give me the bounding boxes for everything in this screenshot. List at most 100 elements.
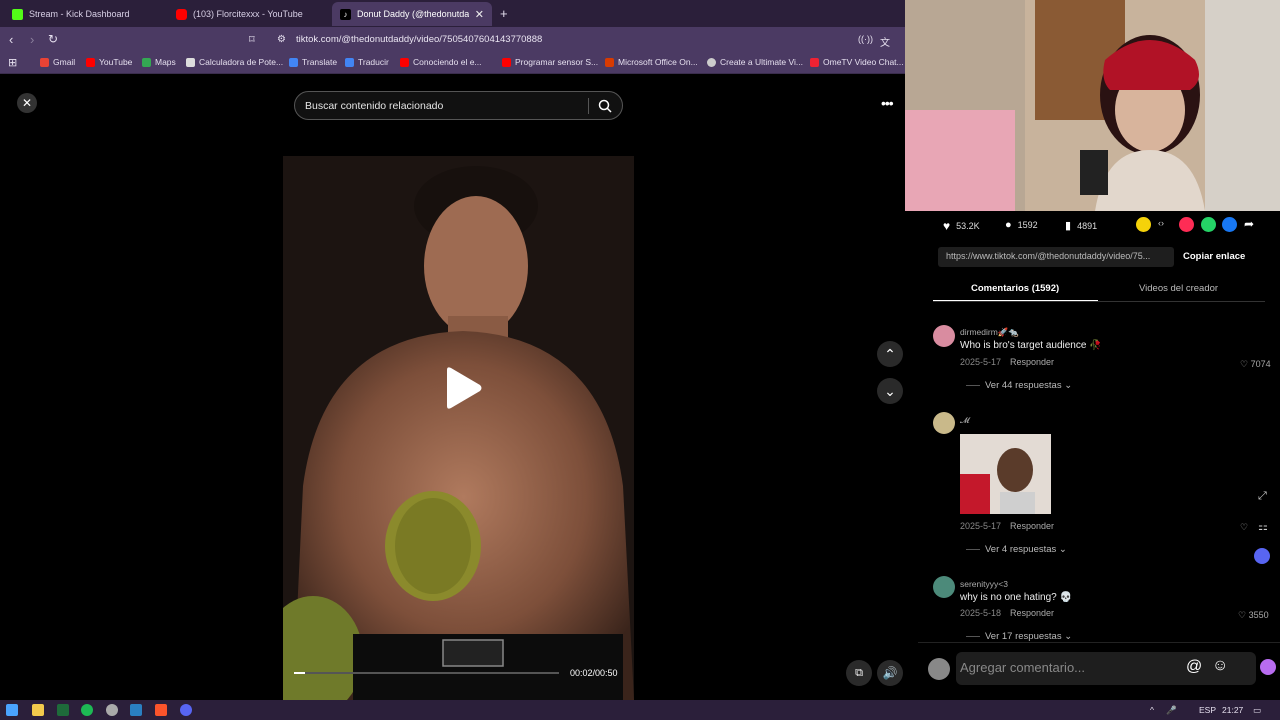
video-progress-bar[interactable] [294, 672, 559, 674]
bookmark-office[interactable]: Microsoft Office On... [605, 57, 698, 67]
embed-icon[interactable]: ‹› [1158, 218, 1164, 228]
tab-youtube[interactable]: (103) Florcitexxx - YouTube [168, 2, 333, 26]
cast-icon[interactable]: ((·)) [858, 34, 873, 44]
microphone-icon[interactable]: 🎤 [1166, 705, 1177, 716]
bookmark-maps[interactable]: Maps [142, 57, 176, 67]
play-icon[interactable] [443, 366, 483, 410]
bookmark-calculadora[interactable]: Calculadora de Pote... [186, 57, 283, 67]
comment-like[interactable]: ♡ 3550 [1238, 610, 1269, 621]
view-replies-button[interactable]: Ver 17 respuestas ⌄ [985, 631, 1072, 642]
windows-start-icon[interactable] [6, 704, 18, 716]
youtube-icon [502, 57, 511, 67]
chevron-down-icon: ⌄ [884, 382, 896, 399]
reply-button[interactable]: Responder [1010, 357, 1054, 367]
reload-icon[interactable]: ↻ [48, 32, 58, 46]
bookmark-create[interactable]: Create a Ultimate Vi... [707, 57, 803, 67]
language-indicator[interactable]: ESP [1199, 705, 1216, 715]
bookmark-programar[interactable]: Programar sensor S... [502, 57, 598, 67]
tab-kick[interactable]: Stream - Kick Dashboard [4, 2, 169, 26]
comment-date: 2025-5-18 [960, 608, 1002, 618]
view-replies-button[interactable]: Ver 4 respuestas ⌄ [985, 544, 1067, 555]
comment-image[interactable] [960, 434, 1051, 514]
share-link-field[interactable]: https://www.tiktok.com/@thedonutdaddy/vi… [938, 247, 1174, 267]
reply-button[interactable]: Responder [1010, 521, 1054, 531]
bookmark-ometv[interactable]: OmeTV Video Chat... [810, 57, 904, 67]
bookmark-youtube[interactable]: YouTube [86, 57, 132, 67]
bookmark-translate[interactable]: Translate [289, 57, 337, 67]
avatar[interactable] [933, 576, 955, 598]
pip-button[interactable]: ⧉ [846, 660, 872, 686]
search-icon[interactable] [598, 99, 612, 113]
new-tab-button[interactable]: + [500, 6, 508, 21]
minecraft-icon[interactable] [57, 704, 69, 716]
search-input[interactable]: Buscar contenido relacionado [294, 91, 623, 120]
page-icon [186, 57, 195, 67]
copy-link-button[interactable]: Copiar enlace [1183, 251, 1245, 262]
extensions-icon[interactable]: ⚏ [1258, 520, 1268, 533]
like-stat[interactable]: ♥ 53.2K [943, 219, 980, 233]
avatar[interactable] [933, 325, 955, 347]
comment-username[interactable]: serenityyy<3 [960, 579, 1008, 589]
bookmark-conociendo[interactable]: Conociendo el e... [400, 57, 482, 67]
view-replies-button[interactable]: Ver 44 respuestas ⌄ [985, 380, 1072, 391]
apps-grid-icon[interactable]: ⊞ [8, 56, 17, 69]
comment-count: 1592 [1017, 220, 1038, 230]
comment-username[interactable]: dirmedirm🚀🐀 [960, 327, 1019, 338]
close-icon[interactable]: ✕ [17, 93, 37, 113]
whatsapp-icon[interactable] [1201, 217, 1216, 232]
comment-username[interactable]: 𝓜 [960, 415, 970, 426]
brave-icon[interactable] [155, 704, 167, 716]
steam-icon[interactable] [130, 704, 142, 716]
chevron-up-icon[interactable]: ^ [1150, 705, 1154, 715]
translate-icon [289, 57, 298, 67]
clock[interactable]: 21:27 [1222, 705, 1243, 715]
tab-tiktok[interactable]: ♪ Donut Daddy (@thedonutdaddy ✕ [332, 2, 492, 26]
facebook-icon[interactable] [1222, 217, 1237, 232]
mention-icon[interactable]: @ [1186, 658, 1202, 676]
tab-comments[interactable]: Comentarios (1592) [971, 283, 1059, 294]
tab-title: (103) Florcitexxx - YouTube [193, 9, 303, 19]
close-tab-icon[interactable]: ✕ [475, 8, 484, 21]
video-player[interactable] [283, 156, 634, 700]
file-explorer-icon[interactable] [32, 704, 44, 716]
comment-input[interactable]: Agregar comentario... @ ☺ [956, 652, 1256, 685]
discord-icon[interactable] [180, 704, 192, 716]
youtube-icon [176, 8, 187, 20]
url-field[interactable]: tiktok.com/@thedonutdaddy/video/75054076… [296, 34, 542, 45]
bookmark-icon[interactable]: ⌑ [249, 33, 255, 46]
assistant-icon[interactable] [1260, 659, 1276, 675]
tab-title: Stream - Kick Dashboard [29, 9, 130, 19]
share-icon[interactable]: ➦ [1244, 217, 1254, 231]
expand-icon[interactable]: ⤢ [1258, 490, 1267, 503]
emoji-icon[interactable]: ☺ [1212, 657, 1228, 675]
coin-icon[interactable] [1136, 217, 1151, 232]
bookmark-gmail[interactable]: Gmail [40, 57, 75, 67]
reply-button[interactable]: Responder [1010, 608, 1054, 618]
save-count: 4891 [1077, 220, 1098, 231]
translate-icon[interactable]: 文 [880, 34, 890, 49]
bookmarks-bar: ⊞ Gmail YouTube Maps Calculadora de Pote… [0, 53, 905, 74]
discord-icon[interactable] [1254, 548, 1270, 564]
comment-stat[interactable]: ● 1592 [1005, 219, 1038, 231]
avatar[interactable] [928, 658, 950, 680]
site-info-icon[interactable]: ⚙ [277, 34, 286, 45]
more-options-icon[interactable]: ••• [881, 95, 894, 111]
volume-button[interactable]: 🔊 [877, 660, 903, 686]
tab-creator-videos[interactable]: Videos del creador [1139, 283, 1218, 294]
globe-icon [707, 57, 716, 67]
save-stat[interactable]: ▮ 4891 [1065, 219, 1097, 232]
obs-icon[interactable] [106, 704, 118, 716]
send-icon[interactable] [1179, 217, 1194, 232]
bookmark-traducir[interactable]: Traducir [345, 57, 389, 67]
back-icon[interactable]: ‹ [9, 32, 13, 47]
translate-icon [345, 57, 354, 67]
notification-icon[interactable]: ▭ [1253, 705, 1261, 716]
comment-like[interactable]: ♡ 7074 [1240, 359, 1271, 370]
forward-icon[interactable]: › [30, 32, 34, 47]
video-progress-fill [294, 672, 305, 674]
next-video-button[interactable]: ⌄ [877, 378, 903, 404]
spotify-icon[interactable] [81, 704, 93, 716]
comment-like[interactable]: ♡ [1240, 522, 1248, 533]
avatar[interactable] [933, 412, 955, 434]
previous-video-button[interactable]: ⌃ [877, 341, 903, 367]
